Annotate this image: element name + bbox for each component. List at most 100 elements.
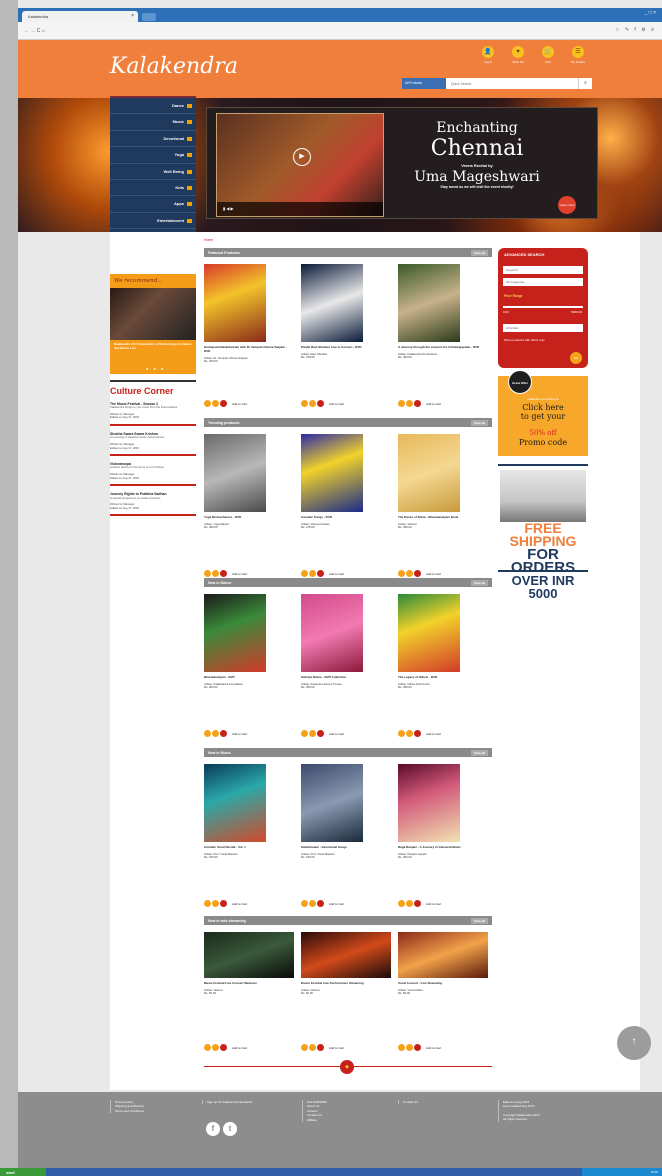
- add-to-cart-button[interactable]: Add to Cart: [329, 902, 344, 906]
- wishlist-icon[interactable]: [406, 570, 413, 577]
- pager-icon[interactable]: ◆: [340, 1060, 354, 1074]
- carousel-dots[interactable]: ● ● ●: [146, 366, 165, 371]
- menu-item-entertainment[interactable]: Entertainment: [110, 213, 196, 230]
- cart-icon[interactable]: [220, 1044, 227, 1051]
- add-to-cart-button[interactable]: Add to Cart: [426, 572, 441, 576]
- info-icon[interactable]: [204, 400, 211, 407]
- wishlist-icon[interactable]: [212, 1044, 219, 1051]
- product-card[interactable]: Vocal Concert - Live Streaming Artiste: V…: [398, 932, 488, 1051]
- search-input[interactable]: [448, 78, 576, 89]
- nav-buttons[interactable]: ← → C ⌂: [24, 28, 45, 34]
- recommend-promo[interactable]: We recommend... Kalakendra 2015 Celebrat…: [110, 274, 196, 374]
- wishlist-icon[interactable]: [309, 730, 316, 737]
- info-icon[interactable]: [204, 900, 211, 907]
- product-image[interactable]: [204, 594, 266, 672]
- cart-icon[interactable]: [317, 730, 324, 737]
- product-card[interactable]: A Journey through the Ancient Art of Kal…: [398, 264, 488, 407]
- scroll-to-top-button[interactable]: ↑: [617, 1026, 651, 1060]
- cart-icon[interactable]: [220, 900, 227, 907]
- product-image[interactable]: [301, 764, 363, 842]
- product-card[interactable]: Raga Ranjani - A Journey in Classical Mu…: [398, 764, 488, 907]
- product-image[interactable]: [204, 264, 266, 342]
- browser-tab[interactable]: Kalakendra ×: [22, 11, 138, 22]
- menu-item-yoga[interactable]: Yoga: [110, 147, 196, 164]
- cart-button[interactable]: 🛒 Cart: [534, 46, 562, 64]
- product-card[interactable]: Pandit Ravi Shankar Live in Concert - DV…: [301, 264, 391, 407]
- product-title[interactable]: Music Festival Live Concert Webcast: [204, 981, 294, 986]
- product-title[interactable]: Kuchipudi Kalakshetram with Dr Vempati C…: [204, 345, 294, 354]
- cart-icon[interactable]: [317, 1044, 324, 1051]
- add-to-cart-button[interactable]: Add to Cart: [329, 402, 344, 406]
- product-card[interactable]: Dance Festival Live Performance Streamin…: [301, 932, 391, 1051]
- view-all-button[interactable]: View all: [471, 918, 488, 924]
- product-card[interactable]: The Legacy of Odissi - DVD Artiste: Odiss…: [398, 594, 488, 737]
- category-select[interactable]: All Categories: [503, 278, 583, 286]
- add-to-cart-button[interactable]: Add to Cart: [426, 902, 441, 906]
- info-icon[interactable]: [204, 730, 211, 737]
- view-all-button[interactable]: View all: [471, 580, 488, 586]
- info-icon[interactable]: [398, 400, 405, 407]
- product-image[interactable]: [398, 594, 460, 672]
- wishlist-icon[interactable]: [212, 900, 219, 907]
- info-icon[interactable]: [301, 570, 308, 577]
- wishlist-button[interactable]: ♥ Wish list: [504, 46, 532, 64]
- product-title[interactable]: The Dance of Shiva - Bharatanatyam Book: [398, 515, 488, 520]
- product-title[interactable]: The Legacy of Odissi - DVD: [398, 675, 488, 680]
- info-icon[interactable]: [301, 730, 308, 737]
- product-title[interactable]: Sattriya Dance - DVD Collection: [301, 675, 391, 680]
- product-title[interactable]: Bharatanatyam - DVD: [204, 675, 294, 680]
- add-to-cart-button[interactable]: Add to Cart: [232, 1046, 247, 1050]
- product-image[interactable]: [204, 434, 266, 512]
- product-title[interactable]: Carnatic Vocal Recital - Vol. 1: [204, 845, 294, 850]
- product-image[interactable]: [301, 594, 363, 672]
- product-card[interactable]: Music Festival Live Concert Webcast Artis…: [204, 932, 294, 1051]
- cart-icon[interactable]: [220, 400, 227, 407]
- info-icon[interactable]: [301, 400, 308, 407]
- wishlist-icon[interactable]: [309, 570, 316, 577]
- tab-close-icon[interactable]: ×: [131, 13, 134, 19]
- product-card[interactable]: Yoga Biomechanics - DVD Artiste: Yoga Mas…: [204, 434, 294, 577]
- view-all-button[interactable]: View all: [471, 250, 488, 256]
- add-to-cart-button[interactable]: Add to Cart: [329, 732, 344, 736]
- newsletter-label[interactable]: Sign up for Kalakendra Newsletter: [207, 1100, 253, 1104]
- wishlist-icon[interactable]: [212, 730, 219, 737]
- new-tab-button[interactable]: [142, 13, 156, 21]
- add-to-cart-button[interactable]: Add to Cart: [426, 402, 441, 406]
- footer-link[interactable]: Affiliate: [307, 1118, 327, 1122]
- menu-item-well-being[interactable]: Well Being: [110, 164, 196, 180]
- product-card[interactable]: The Dance of Shiva - Bharatanatyam Book A…: [398, 434, 488, 577]
- view-all-button[interactable]: View all: [471, 420, 488, 426]
- wishlist-icon[interactable]: [406, 1044, 413, 1051]
- product-card[interactable]: Carnatic Vocal Recital - Vol. 1 Artiste: …: [204, 764, 294, 907]
- info-icon[interactable]: [398, 1044, 405, 1051]
- add-to-cart-button[interactable]: Add to Cart: [426, 1046, 441, 1050]
- product-title[interactable]: Pandit Ravi Shankar Live in Concert - DV…: [301, 345, 391, 350]
- product-image[interactable]: [204, 932, 294, 978]
- info-icon[interactable]: [301, 900, 308, 907]
- menu-item-kids[interactable]: Kids: [110, 180, 196, 197]
- start-button[interactable]: start: [0, 1168, 46, 1176]
- product-card[interactable]: Carnatic Songs - DVD Artiste: Various Art…: [301, 434, 391, 577]
- info-icon[interactable]: [204, 1044, 211, 1051]
- product-title[interactable]: Dance Festival Live Performance Streamin…: [301, 981, 391, 986]
- culture-entry[interactable]: Shubha Swara Swara Krishna An evening of …: [110, 429, 196, 457]
- product-title[interactable]: Sankirtanam - Devotional Songs: [301, 845, 391, 850]
- info-icon[interactable]: [204, 570, 211, 577]
- product-card[interactable]: Sattriya Dance - DVD Collection Artiste: …: [301, 594, 391, 737]
- promo-code-banner[interactable]: Great Offer Kalakendra now offering on C…: [498, 370, 588, 456]
- product-title[interactable]: Vocal Concert - Live Streaming: [398, 981, 488, 986]
- address-bar[interactable]: ← → C ⌂ ☆ ✎ f ⚙ ≡: [18, 22, 662, 40]
- cart-icon[interactable]: [317, 400, 324, 407]
- add-to-cart-button[interactable]: Add to Cart: [232, 402, 247, 406]
- twitter-icon[interactable]: t: [223, 1122, 237, 1136]
- listen-now-button[interactable]: Listen Now: [558, 196, 576, 214]
- wishlist-icon[interactable]: [406, 900, 413, 907]
- footer-link[interactable]: Terms and Conditions: [115, 1109, 144, 1113]
- info-icon[interactable]: [398, 900, 405, 907]
- wishlist-icon[interactable]: [212, 400, 219, 407]
- culture-entry[interactable]: Journey Rights to Pratibha Sadhan A speci…: [110, 489, 196, 517]
- add-to-cart-button[interactable]: Add to Cart: [232, 902, 247, 906]
- info-icon[interactable]: [398, 730, 405, 737]
- cart-icon[interactable]: [414, 1044, 421, 1051]
- menu-item-devotional[interactable]: Devotional: [110, 131, 196, 148]
